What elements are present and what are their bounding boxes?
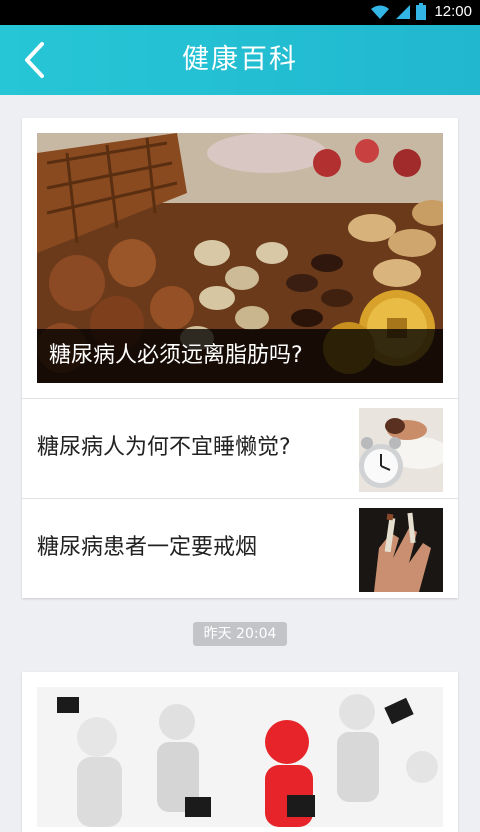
hero-article[interactable]: 糖尿病人必须远离脂肪吗? bbox=[37, 133, 443, 383]
article-card bbox=[22, 672, 458, 832]
timestamp-badge: 昨天 20:04 bbox=[193, 622, 287, 646]
article-card: 糖尿病人必须远离脂肪吗? 糖尿病人为何不宜睡懒觉? 糖尿病患者一定要戒烟 bbox=[22, 118, 458, 598]
business-figures-illustration bbox=[37, 687, 443, 827]
list-item[interactable]: 糖尿病患者一定要戒烟 bbox=[22, 498, 458, 597]
hero-caption: 糖尿病人必须远离脂肪吗? bbox=[37, 329, 443, 383]
list-item[interactable]: 糖尿病人为何不宜睡懒觉? bbox=[22, 398, 458, 497]
status-bar: 12:00 bbox=[0, 0, 480, 25]
list-item-thumbnail bbox=[359, 408, 443, 492]
hero-article[interactable] bbox=[37, 687, 443, 827]
battery-icon bbox=[416, 3, 427, 20]
signal-icon bbox=[395, 4, 411, 20]
app-bar: 健康百科 bbox=[0, 25, 480, 95]
list-item-thumbnail bbox=[359, 508, 443, 592]
page-title: 健康百科 bbox=[182, 44, 298, 75]
alarm-clock-sleeping-photo bbox=[359, 408, 443, 492]
list-item-title: 糖尿病患者一定要戒烟 bbox=[37, 535, 258, 560]
list-item-title: 糖尿病人为何不宜睡懒觉? bbox=[37, 435, 291, 460]
status-time: 12:00 bbox=[434, 3, 472, 20]
wifi-icon bbox=[370, 4, 390, 20]
cigarette-hand-photo bbox=[359, 508, 443, 592]
